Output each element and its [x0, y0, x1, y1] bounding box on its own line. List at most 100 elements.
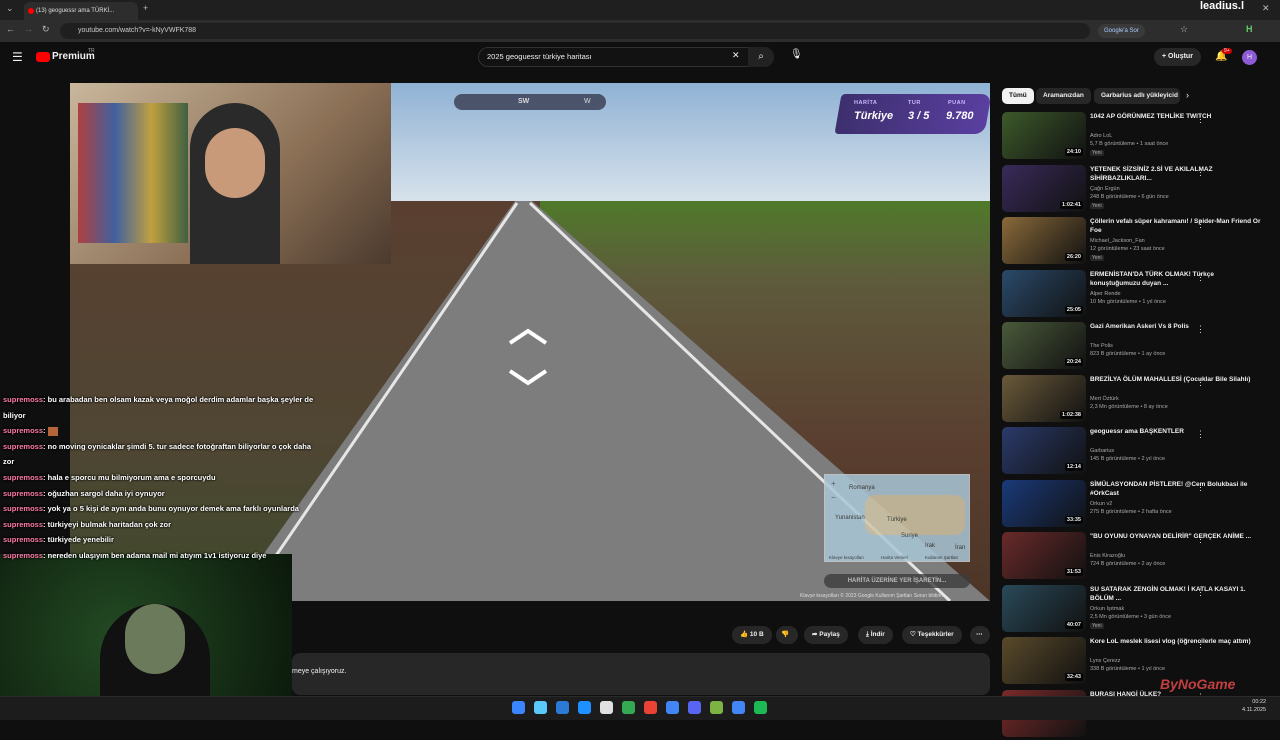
- chip-from-search[interactable]: Aramanızdan: [1036, 88, 1091, 104]
- video-thumbnail[interactable]: 33:35: [1002, 479, 1086, 527]
- more-vert-icon[interactable]: ⋮: [1196, 272, 1205, 283]
- recommendation-item[interactable]: 31:53 "BU OYUNU OYNAYAN DELİRİR" GERÇEK A…: [1002, 532, 1274, 582]
- taskbar-app-icon[interactable]: [710, 701, 723, 714]
- google-sor-button[interactable]: Google'a Sor: [1098, 24, 1145, 38]
- channel-name[interactable]: Alper Rende: [1090, 291, 1121, 297]
- back-icon[interactable]: ←: [6, 24, 15, 34]
- like-button[interactable]: 👍 10 B: [732, 626, 772, 644]
- more-vert-icon[interactable]: ⋮: [1196, 167, 1205, 178]
- video-thumbnail[interactable]: 40:07: [1002, 584, 1086, 632]
- voice-search-icon[interactable]: 🎙: [790, 49, 803, 60]
- taskbar-app-icon[interactable]: [666, 701, 679, 714]
- more-vert-icon[interactable]: ⋮: [1196, 534, 1205, 545]
- taskbar-app-icon[interactable]: [578, 701, 591, 714]
- forward-icon[interactable]: →: [24, 24, 33, 34]
- search-button[interactable]: ⌕: [748, 47, 774, 67]
- more-vert-icon[interactable]: ⋮: [1196, 324, 1205, 335]
- taskbar-app-icon[interactable]: [600, 701, 613, 714]
- more-vert-icon[interactable]: ⋮: [1196, 482, 1205, 493]
- video-title[interactable]: BREZİLYA ÖLÜM MAHALLESİ (Çocuklar Bile S…: [1090, 375, 1264, 384]
- youtube-logo-icon[interactable]: [36, 52, 50, 62]
- thanks-button[interactable]: ♡ Teşekkürler: [902, 626, 962, 644]
- more-vert-icon[interactable]: ⋮: [1196, 587, 1205, 598]
- browser-tab[interactable]: (13) geoguessr ama TÜRKİ...: [24, 2, 138, 20]
- taskbar-app-icon[interactable]: [534, 701, 547, 714]
- close-window-icon[interactable]: ✕: [1262, 3, 1270, 14]
- channel-name[interactable]: Mert Öztürk: [1090, 396, 1119, 402]
- recommendation-item[interactable]: 1:02:41 YETENEK SİZSİNİZ 2.Sİ VE AKILALMA…: [1002, 164, 1274, 215]
- more-vert-icon[interactable]: ⋮: [1196, 377, 1205, 388]
- tab-list-icon[interactable]: ⌄: [6, 3, 14, 14]
- dislike-button[interactable]: 👎: [776, 626, 798, 644]
- video-thumbnail[interactable]: 26:20: [1002, 217, 1086, 264]
- channel-name[interactable]: Adro LoL: [1090, 133, 1112, 139]
- more-vert-icon[interactable]: ⋮: [1196, 114, 1205, 125]
- chip-all[interactable]: Tümü: [1002, 88, 1034, 104]
- taskbar-app-icon[interactable]: [754, 701, 767, 714]
- video-title[interactable]: "BU OYUNU OYNAYAN DELİRİR" GERÇEK ANİME …: [1090, 532, 1264, 541]
- taskbar-clock[interactable]: 00:22 4.11.2025: [1242, 698, 1266, 714]
- video-thumbnail[interactable]: 24:10: [1002, 112, 1086, 159]
- channel-name[interactable]: Lynx Çerezz: [1090, 658, 1120, 664]
- taskbar-app-icon[interactable]: [688, 701, 701, 714]
- recommendation-item[interactable]: 25:05 ERMENİSTAN'DA TÜRK OLMAK! Türkçe ko…: [1002, 269, 1274, 320]
- channel-name[interactable]: Çağrı Ergün: [1090, 186, 1120, 192]
- video-thumbnail[interactable]: 12:14: [1002, 427, 1086, 474]
- video-title[interactable]: Gazi Amerikan Askeri Vs 8 Polis: [1090, 322, 1264, 331]
- taskbar-app-icon[interactable]: [512, 701, 525, 714]
- video-thumbnail[interactable]: 1:02:41: [1002, 164, 1086, 212]
- recommendation-item[interactable]: 40:07 SU SATARAK ZENGİN OLMAK! İ KATLA KA…: [1002, 584, 1274, 635]
- menu-icon[interactable]: ☰: [12, 50, 23, 64]
- more-vert-icon[interactable]: ⋮: [1196, 219, 1205, 230]
- video-thumbnail[interactable]: 1:02:38: [1002, 374, 1086, 422]
- video-title[interactable]: Çöllerin vefalı süper kahramanı! / Spide…: [1090, 217, 1264, 235]
- guess-minimap[interactable]: Romanya Yunanistan Türkiye Suriye Irak İ…: [824, 474, 970, 562]
- recommendation-item[interactable]: 26:20 Çöllerin vefalı süper kahramanı! / …: [1002, 217, 1274, 267]
- more-actions-button[interactable]: ⋯: [970, 626, 990, 644]
- download-button[interactable]: ⤓ İndir: [858, 626, 893, 644]
- new-tab-icon[interactable]: +: [143, 3, 148, 13]
- video-title[interactable]: SİMÜLASYONDAN PİSTLERE! @Cem Bolukbasi i…: [1090, 480, 1264, 498]
- taskbar-app-icon[interactable]: [622, 701, 635, 714]
- zoom-in-icon[interactable]: +: [831, 479, 836, 488]
- bookmark-star-icon[interactable]: ☆: [1180, 24, 1188, 35]
- video-title[interactable]: SU SATARAK ZENGİN OLMAK! İ KATLA KASAYI …: [1090, 585, 1264, 603]
- zoom-out-icon[interactable]: −: [831, 493, 836, 502]
- taskbar-app-icon[interactable]: [732, 701, 745, 714]
- channel-name[interactable]: Orkun v2: [1090, 501, 1112, 507]
- profile-button[interactable]: H: [1246, 24, 1253, 34]
- channel-name[interactable]: The Polis: [1090, 343, 1113, 349]
- description-box[interactable]: meye çalışıyoruz.: [292, 653, 990, 695]
- recommendation-item[interactable]: 12:14 geoguessr ama BAŞKENTLER Garbarius 14…: [1002, 427, 1274, 477]
- video-title[interactable]: 1042 AP GÖRÜNMEZ TEHLİKE TWITCH: [1090, 112, 1264, 121]
- clear-search-icon[interactable]: ✕: [732, 50, 740, 61]
- chevron-right-icon[interactable]: ›: [1186, 90, 1189, 100]
- video-title[interactable]: YETENEK SİZSİNİZ 2.Sİ VE AKILALMAZ SİHİR…: [1090, 165, 1264, 183]
- chip-uploader[interactable]: Garbarius adlı yükleyicid: [1094, 88, 1180, 104]
- reload-icon[interactable]: ↻: [42, 24, 50, 35]
- video-title[interactable]: Kore LoL meslek lisesi vlog (öğrencilerl…: [1090, 637, 1264, 646]
- channel-name[interactable]: Michael_Jackson_Fan: [1090, 238, 1145, 244]
- channel-name[interactable]: Enis Kirazoğlu: [1090, 553, 1125, 559]
- channel-name[interactable]: Garbarius: [1090, 448, 1114, 454]
- recommendation-item[interactable]: 20:24 Gazi Amerikan Askeri Vs 8 Polis The …: [1002, 322, 1274, 372]
- place-marker-button[interactable]: HARİTA ÜZERİNE YER İŞARETİN...: [824, 574, 970, 588]
- more-vert-icon[interactable]: ⋮: [1196, 639, 1205, 650]
- video-title[interactable]: ERMENİSTAN'DA TÜRK OLMAK! Türkçe konuştu…: [1090, 270, 1264, 288]
- share-button[interactable]: ➦ Paylaş: [804, 626, 848, 644]
- more-vert-icon[interactable]: ⋮: [1196, 429, 1205, 440]
- video-title[interactable]: geoguessr ama BAŞKENTLER: [1090, 427, 1264, 436]
- video-thumbnail[interactable]: 31:53: [1002, 532, 1086, 579]
- url-field[interactable]: youtube.com/watch?v=-kNyVWFK788: [60, 23, 1090, 39]
- video-thumbnail[interactable]: 25:05: [1002, 269, 1086, 317]
- channel-name[interactable]: Orkun Işıtmak: [1090, 606, 1124, 612]
- create-button[interactable]: + Oluştur: [1154, 48, 1201, 66]
- taskbar-app-icon[interactable]: [644, 701, 657, 714]
- video-thumbnail[interactable]: 20:24: [1002, 322, 1086, 369]
- recommendation-item[interactable]: 33:35 SİMÜLASYONDAN PİSTLERE! @Cem Bolukb…: [1002, 479, 1274, 530]
- avatar[interactable]: H: [1242, 50, 1257, 65]
- recommendation-item[interactable]: 24:10 1042 AP GÖRÜNMEZ TEHLİKE TWITCH Adro…: [1002, 112, 1274, 162]
- search-input[interactable]: 2025 geoguessr türkiye haritası: [478, 47, 774, 67]
- taskbar-app-icon[interactable]: [556, 701, 569, 714]
- recommendation-item[interactable]: 1:02:38 BREZİLYA ÖLÜM MAHALLESİ (Çocuklar…: [1002, 374, 1274, 425]
